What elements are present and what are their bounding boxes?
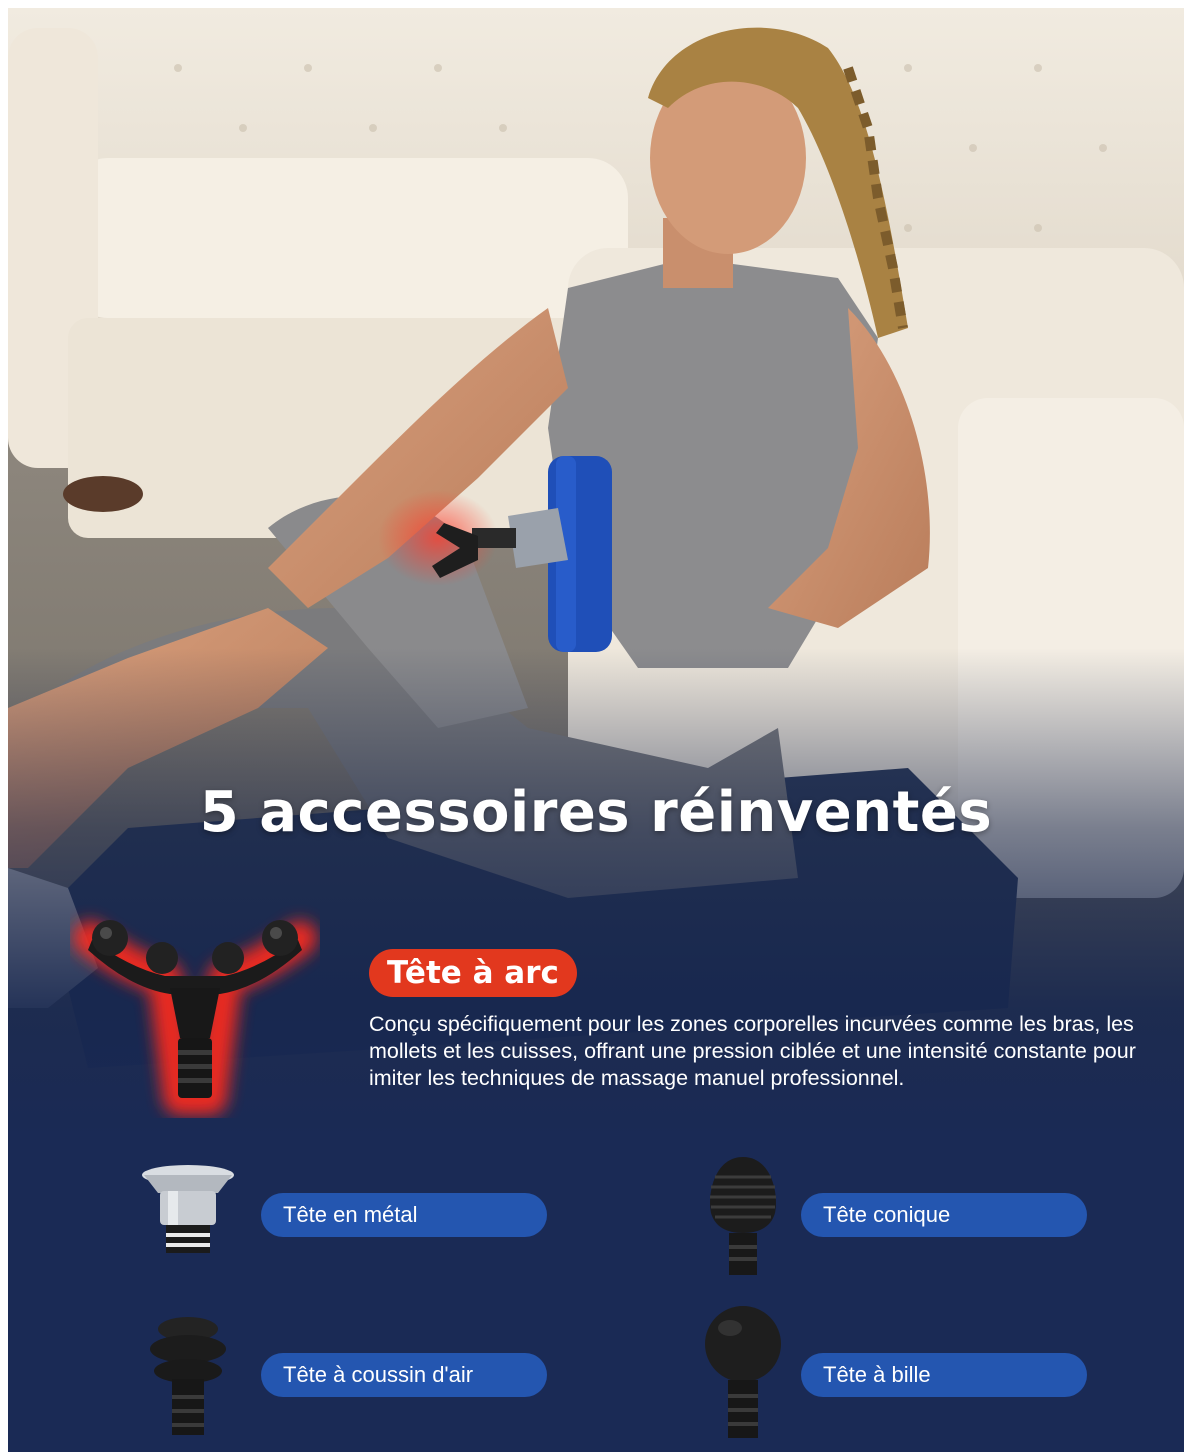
- air-cushion-head-icon: [150, 1317, 226, 1435]
- accessory-label-ball: Tête à bille: [801, 1353, 1087, 1397]
- conical-head-icon: [710, 1157, 776, 1275]
- metal-head-icon: [142, 1165, 234, 1253]
- arc-head-icon: [73, 920, 317, 1115]
- product-infographic: 5 accessoires réinventés Tête à arc Conç…: [8, 8, 1184, 1452]
- featured-accessory-description: Conçu spécifiquement pour les zones corp…: [369, 1012, 1136, 1090]
- accessory-label-metal: Tête en métal: [261, 1193, 547, 1237]
- accessory-label-conical: Tête conique: [801, 1193, 1087, 1237]
- ball-head-icon: [705, 1306, 781, 1438]
- accessory-label-air-cushion: Tête à coussin d'air: [261, 1353, 547, 1397]
- headline: 5 accessoires réinventés: [199, 780, 993, 845]
- featured-accessory-name: Tête à arc: [369, 949, 577, 997]
